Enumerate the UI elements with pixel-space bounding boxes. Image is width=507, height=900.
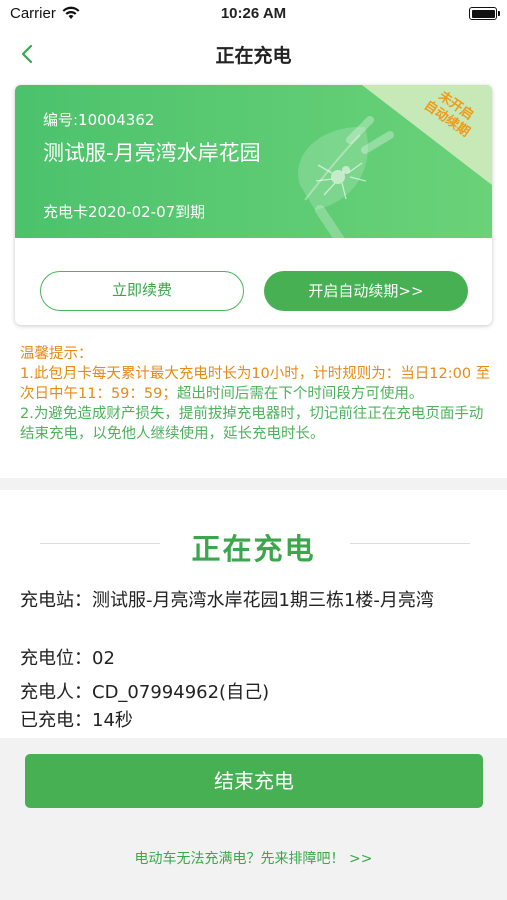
card-header: 编号:10004362 测试服-月亮湾水岸花园 充电卡2020-02-07到期 … (15, 85, 492, 238)
duration-row: 已充电：14秒 (20, 710, 133, 731)
battery-icon (469, 7, 500, 20)
card-expire-date: 充电卡2020-02-07到期 (43, 203, 206, 221)
charging-status-panel: 正在充电 充电站：测试服-月亮湾水岸花园1期三栋1楼-月亮湾 充电位：02 充电… (0, 490, 507, 738)
navigation-bar: 正在充电 (0, 30, 507, 78)
user-row: 充电人：CD_07994962(自己) (20, 682, 270, 703)
card-number: 编号:10004362 (43, 111, 155, 129)
station-row: 充电站：测试服-月亮湾水岸花园1期三栋1楼-月亮湾 (20, 590, 434, 611)
membership-card: 编号:10004362 测试服-月亮湾水岸花园 充电卡2020-02-07到期 … (15, 85, 492, 325)
tips-notice: 温馨提示： 1.此包月卡每天累计最大充电时长为10小时，计时规则为：当日12:0… (20, 344, 492, 444)
tips-title: 温馨提示： (20, 346, 93, 362)
page-title: 正在充电 (215, 45, 292, 67)
status-bar: Carrier 10:26 AM (0, 0, 507, 30)
end-charging-button[interactable]: 结束充电 (25, 754, 483, 808)
slot-row: 充电位：02 (20, 648, 115, 669)
troubleshoot-link[interactable]: 电动车无法充满电？先来排障吧！ >> (0, 848, 507, 868)
clock: 10:26 AM (220, 5, 287, 22)
tips-line-2: 2.为避免造成财产损失，提前拔掉充电器时，切记前往正在充电页面手动结束充电，以免… (20, 406, 484, 442)
renew-now-button[interactable]: 立即续费 (40, 271, 244, 311)
tips-line-1: 1.此包月卡每天累计最大充电时长为10小时，计时规则为：当日12:00 至 次日… (20, 366, 491, 402)
charging-heading: 正在充电 (191, 532, 316, 566)
enable-auto-renew-button[interactable]: 开启自动续期>> (264, 271, 468, 311)
card-station: 测试服-月亮湾水岸花园 (43, 141, 261, 165)
